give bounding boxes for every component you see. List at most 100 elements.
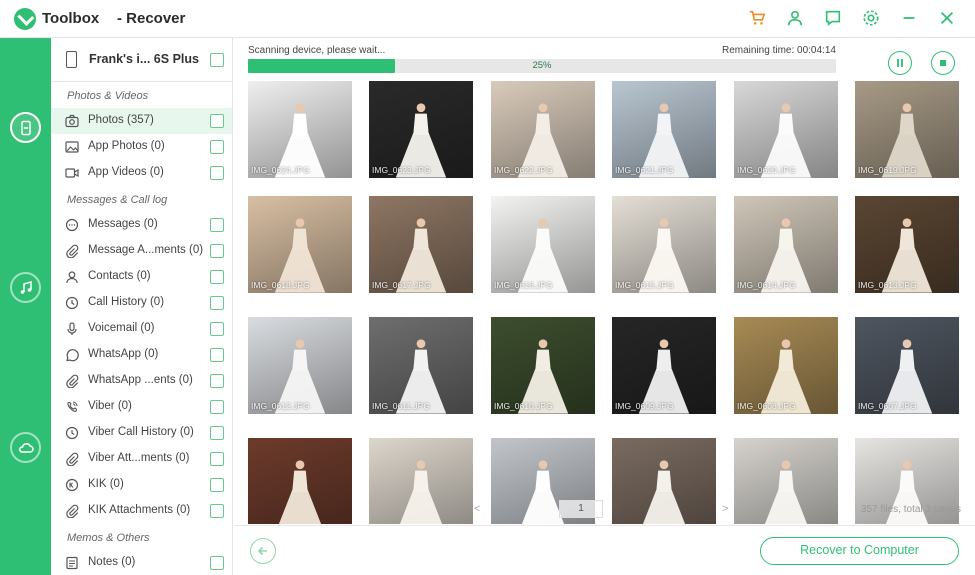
item-checkbox[interactable] — [210, 114, 224, 128]
stop-icon — [940, 60, 946, 66]
photo-thumbnail[interactable]: IMG_0609.JPG — [612, 317, 716, 414]
section-title: Memos & Others — [67, 532, 150, 544]
photo-thumbnail[interactable]: IMG_0614.JPG — [734, 196, 838, 293]
photo-thumbnail[interactable] — [248, 438, 352, 524]
section-title: Photos & Videos — [67, 90, 149, 102]
item-checkbox[interactable] — [210, 504, 224, 518]
photo-filename: IMG_0624.JPG — [251, 165, 310, 175]
cart-icon[interactable] — [747, 8, 767, 28]
photo-thumbnail[interactable]: IMG_0607.JPG — [855, 317, 959, 414]
photo-thumbnail[interactable]: IMG_0615.JPG — [612, 196, 716, 293]
mode-rail — [0, 38, 51, 575]
sidebar-item-label: App Photos (0) — [88, 140, 165, 152]
item-checkbox[interactable] — [210, 322, 224, 336]
scan-progress-bar: 25% — [248, 59, 836, 73]
recover-device-icon[interactable] — [10, 112, 41, 143]
recover-itunes-icon[interactable] — [10, 272, 41, 303]
item-checkbox[interactable] — [210, 478, 224, 492]
item-checkbox[interactable] — [210, 556, 224, 570]
page-prev-button[interactable]: < — [474, 503, 480, 515]
kik-icon — [64, 477, 80, 493]
photo-filename: IMG_0607.JPG — [858, 401, 917, 411]
photo-thumbnail[interactable]: IMG_0619.JPG — [855, 81, 959, 178]
sidebar-item-kik[interactable]: KIK (0) — [51, 472, 232, 498]
photo-thumbnail[interactable]: IMG_0613.JPG — [855, 196, 959, 293]
sidebar-item-viber-call-history[interactable]: Viber Call History (0) — [51, 420, 232, 446]
sidebar-item-label: WhatsApp ...ents (0) — [88, 374, 193, 386]
photo-thumbnail[interactable] — [612, 438, 716, 524]
stop-button[interactable] — [931, 51, 955, 75]
sidebar-item-label: Viber Call History (0) — [88, 426, 194, 438]
sidebar-item-notes[interactable]: Notes (0) — [51, 550, 232, 575]
item-checkbox[interactable] — [210, 218, 224, 232]
sidebar-item-label: WhatsApp (0) — [88, 348, 159, 360]
photo-filename: IMG_0623.JPG — [372, 165, 431, 175]
photo-thumbnail[interactable]: IMG_0618.JPG — [248, 196, 352, 293]
user-icon[interactable] — [785, 8, 805, 28]
photo-thumbnail[interactable]: IMG_0612.JPG — [248, 317, 352, 414]
item-checkbox[interactable] — [210, 374, 224, 388]
item-checkbox[interactable] — [210, 426, 224, 440]
viber-icon — [64, 399, 80, 415]
photo-thumbnail[interactable]: IMG_0624.JPG — [248, 81, 352, 178]
sidebar-item-label: KIK Attachments (0) — [88, 504, 191, 516]
sidebar-item-contacts[interactable]: Contacts (0) — [51, 264, 232, 290]
item-checkbox[interactable] — [210, 270, 224, 284]
photo-filename: IMG_0614.JPG — [737, 280, 796, 290]
item-checkbox[interactable] — [210, 244, 224, 258]
photo-thumbnail[interactable]: IMG_0608.JPG — [734, 317, 838, 414]
item-checkbox[interactable] — [210, 348, 224, 362]
photo-filename: IMG_0622.JPG — [494, 165, 553, 175]
photo-thumbnail[interactable]: IMG_0617.JPG — [369, 196, 473, 293]
sidebar-item-voicemail[interactable]: Voicemail (0) — [51, 316, 232, 342]
item-checkbox[interactable] — [210, 296, 224, 310]
item-checkbox[interactable] — [210, 452, 224, 466]
device-select-all-checkbox[interactable] — [210, 53, 224, 67]
sidebar-item-messages[interactable]: Messages (0) — [51, 212, 232, 238]
photo-thumbnail[interactable]: IMG_0611.JPG — [369, 317, 473, 414]
photo-thumbnail[interactable] — [369, 438, 473, 524]
sidebar-item-call-history[interactable]: Call History (0) — [51, 290, 232, 316]
item-checkbox[interactable] — [210, 140, 224, 154]
page-number-input[interactable]: 1 — [559, 500, 603, 518]
photo-thumbnail[interactable]: IMG_0620.JPG — [734, 81, 838, 178]
sidebar-item-whatsapp-attachments[interactable]: WhatsApp ...ents (0) — [51, 368, 232, 394]
sidebar-item-photos[interactable]: Photos (357) — [51, 108, 232, 134]
photo-thumbnail[interactable]: IMG_0622.JPG — [491, 81, 595, 178]
photo-thumbnail[interactable]: IMG_0616.JPG — [491, 196, 595, 293]
settings-icon[interactable] — [861, 8, 881, 28]
main-panel: Scanning device, please wait... Remainin… — [234, 38, 975, 575]
notes-icon — [64, 555, 80, 571]
sidebar-item-label: Viber (0) — [88, 400, 132, 412]
sidebar-item-viber-attachments[interactable]: Viber Att...ments (0) — [51, 446, 232, 472]
close-icon[interactable] — [937, 8, 957, 28]
sidebar-item-app-videos[interactable]: App Videos (0) — [51, 160, 232, 186]
photo-thumbnail[interactable] — [734, 438, 838, 524]
camera-icon — [64, 113, 80, 129]
photo-grid: IMG_0624.JPG IMG_0623.JPG IMG_0622.JPG I… — [248, 81, 963, 524]
photo-thumbnail[interactable]: IMG_0623.JPG — [369, 81, 473, 178]
pause-button[interactable] — [888, 51, 912, 75]
sidebar-item-whatsapp[interactable]: WhatsApp (0) — [51, 342, 232, 368]
recover-icloud-icon[interactable] — [10, 432, 41, 463]
wedding-dress-shape — [643, 460, 685, 524]
bottom-bar: Recover to Computer — [234, 525, 975, 575]
minimize-icon[interactable] — [899, 8, 919, 28]
feedback-icon[interactable] — [823, 8, 843, 28]
sidebar-item-message-attachments[interactable]: Message A...ments (0) — [51, 238, 232, 264]
back-button[interactable] — [250, 538, 276, 564]
sidebar-item-kik-attachments[interactable]: KIK Attachments (0) — [51, 498, 232, 524]
sidebar-item-app-photos[interactable]: App Photos (0) — [51, 134, 232, 160]
recover-to-computer-button[interactable]: Recover to Computer — [760, 537, 959, 565]
photo-filename: IMG_0612.JPG — [251, 401, 310, 411]
device-header: Frank's i... 6S Plus — [51, 38, 232, 82]
item-checkbox[interactable] — [210, 400, 224, 414]
photo-filename: IMG_0610.JPG — [494, 401, 553, 411]
photo-thumbnail[interactable]: IMG_0610.JPG — [491, 317, 595, 414]
attachment-icon — [64, 503, 80, 519]
page-next-button[interactable]: > — [722, 503, 728, 515]
item-checkbox[interactable] — [210, 166, 224, 180]
scan-status: Scanning device, please wait... — [248, 45, 386, 56]
photo-thumbnail[interactable]: IMG_0621.JPG — [612, 81, 716, 178]
sidebar-item-viber[interactable]: Viber (0) — [51, 394, 232, 420]
